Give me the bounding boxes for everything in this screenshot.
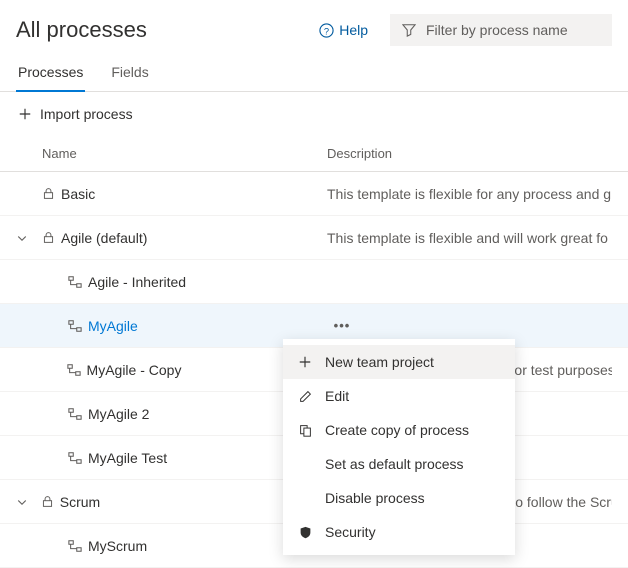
menu-label: Set as default process bbox=[325, 456, 464, 472]
process-name: MyAgile bbox=[88, 318, 138, 334]
page-header: All processes ? Help Filter by process n… bbox=[0, 0, 628, 54]
table-row[interactable]: Basic This template is flexible for any … bbox=[0, 172, 628, 216]
chevron-down-icon[interactable] bbox=[16, 232, 42, 244]
process-description: s for test purposes. bbox=[500, 362, 612, 378]
menu-create-copy[interactable]: Create copy of process bbox=[283, 413, 515, 447]
menu-label: Disable process bbox=[325, 490, 425, 506]
tab-fields[interactable]: Fields bbox=[109, 54, 150, 91]
process-name: MyAgile - Copy bbox=[87, 362, 182, 378]
shield-icon bbox=[297, 526, 313, 539]
inherited-icon bbox=[68, 319, 82, 333]
menu-edit[interactable]: Edit bbox=[283, 379, 515, 413]
filter-input[interactable]: Filter by process name bbox=[390, 14, 612, 46]
column-description[interactable]: Description bbox=[327, 146, 392, 161]
tabs: Processes Fields bbox=[0, 54, 628, 92]
table-row[interactable]: Agile (default) This template is flexibl… bbox=[0, 216, 628, 260]
import-label: Import process bbox=[40, 106, 133, 122]
menu-disable[interactable]: Disable process bbox=[283, 481, 515, 515]
process-name: MyAgile Test bbox=[88, 450, 167, 466]
import-process-button[interactable]: Import process bbox=[18, 106, 133, 122]
process-name: MyScrum bbox=[88, 538, 147, 554]
inherited-icon bbox=[67, 363, 81, 377]
plus-icon bbox=[18, 107, 32, 121]
more-actions-button[interactable]: ••• bbox=[334, 318, 351, 333]
filter-placeholder: Filter by process name bbox=[426, 22, 568, 38]
toolbar: Import process bbox=[0, 92, 628, 136]
table-row[interactable]: Agile - Inherited bbox=[0, 260, 628, 304]
help-icon: ? bbox=[319, 23, 334, 38]
inherited-icon bbox=[68, 407, 82, 421]
edit-icon bbox=[297, 390, 313, 403]
help-link[interactable]: ? Help bbox=[319, 22, 368, 38]
lock-icon bbox=[42, 187, 55, 200]
process-name: Scrum bbox=[60, 494, 100, 510]
process-name: Agile - Inherited bbox=[88, 274, 186, 290]
menu-label: New team project bbox=[325, 354, 434, 370]
column-name[interactable]: Name bbox=[42, 146, 327, 161]
process-name: MyAgile 2 bbox=[88, 406, 149, 422]
process-name: Basic bbox=[61, 186, 95, 202]
process-description: This template is flexible and will work … bbox=[327, 230, 608, 246]
inherited-icon bbox=[68, 539, 82, 553]
lock-icon bbox=[41, 495, 54, 508]
table-header: Name Description bbox=[0, 136, 628, 172]
inherited-icon bbox=[68, 275, 82, 289]
menu-security[interactable]: Security bbox=[283, 515, 515, 549]
menu-label: Security bbox=[325, 524, 376, 540]
process-description: This template is flexible for any proces… bbox=[327, 186, 611, 202]
plus-icon bbox=[297, 355, 313, 369]
page-title: All processes bbox=[16, 17, 147, 43]
menu-label: Edit bbox=[325, 388, 349, 404]
chevron-down-icon[interactable] bbox=[16, 496, 41, 508]
process-name: Agile (default) bbox=[61, 230, 147, 246]
menu-new-team-project[interactable]: New team project bbox=[283, 345, 515, 379]
help-label: Help bbox=[339, 22, 368, 38]
svg-text:?: ? bbox=[324, 26, 329, 36]
lock-icon bbox=[42, 231, 55, 244]
menu-set-default[interactable]: Set as default process bbox=[283, 447, 515, 481]
inherited-icon bbox=[68, 451, 82, 465]
tab-processes[interactable]: Processes bbox=[16, 54, 85, 92]
menu-label: Create copy of process bbox=[325, 422, 469, 438]
filter-icon bbox=[402, 23, 416, 37]
context-menu: New team project Edit Create copy of pro… bbox=[283, 339, 515, 555]
copy-icon bbox=[297, 424, 313, 437]
